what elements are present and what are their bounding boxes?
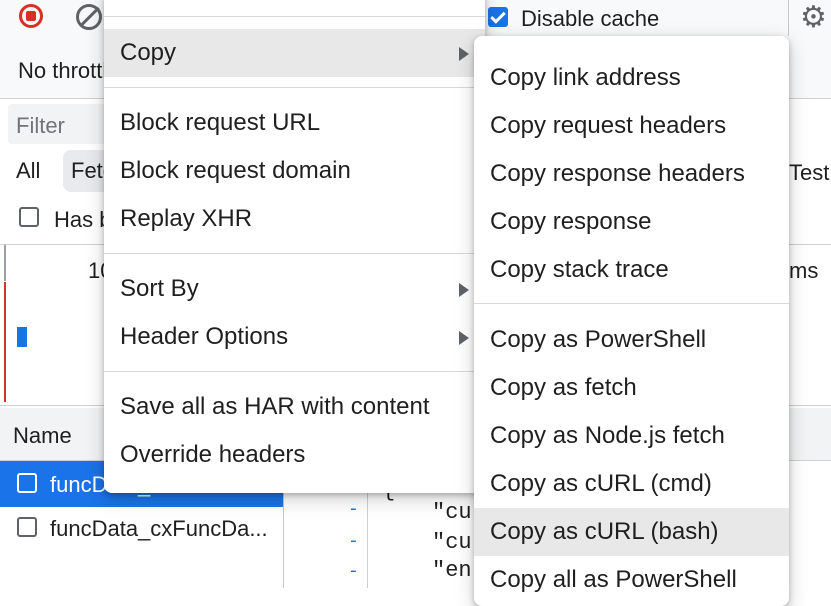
menu-item-header-options[interactable]: Header Options (104, 313, 485, 361)
menu-item-copy-stack-trace[interactable]: Copy stack trace (474, 246, 789, 294)
menu-item-label: Sort By (120, 275, 199, 302)
menu-item-copy-as-fetch[interactable]: Copy as fetch (474, 364, 789, 412)
menu-item-copy-response-headers[interactable]: Copy response headers (474, 150, 789, 198)
menu-item-copy[interactable]: Copy (104, 29, 485, 77)
menu-item-label: Header Options (120, 323, 289, 350)
type-filter-rest[interactable]: Test (789, 160, 829, 186)
menu-separator (104, 87, 485, 88)
response-line: "en (432, 558, 472, 583)
menu-item-sort-by[interactable]: Sort By (104, 265, 485, 313)
menu-item-label: Block request URL (120, 109, 321, 136)
submenu-arrow-icon (459, 283, 469, 297)
menu-item-copy-request-headers[interactable]: Copy request headers (474, 102, 789, 150)
gear-icon[interactable]: ⚙ (800, 0, 827, 36)
menu-item-label: Copy (120, 39, 177, 66)
menu-item-label: Save all as HAR with content (120, 393, 430, 420)
name-column-label: Name (13, 423, 72, 448)
menu-item-label: Copy as cURL (cmd) (490, 470, 712, 497)
gutter-dash: - (348, 562, 359, 582)
timeline-marker (4, 245, 6, 281)
request-row-checkbox[interactable] (17, 473, 37, 493)
disable-cache-checkbox[interactable] (488, 7, 508, 27)
toolbar-divider (788, 0, 789, 36)
menu-item-override-headers[interactable]: Override headers (104, 431, 485, 479)
menu-item-replay-xhr[interactable]: Replay XHR (104, 195, 485, 243)
menu-item-label: Copy link address (490, 64, 681, 91)
timeline-request-bar (17, 327, 27, 347)
menu-item-save-har[interactable]: Save all as HAR with content (104, 383, 485, 431)
response-line: "cu (432, 530, 472, 555)
menu-item-label: Block request domain (120, 157, 351, 184)
copy-submenu: Copy link address Copy request headers C… (474, 36, 789, 606)
type-filter-all[interactable]: All (16, 158, 40, 184)
gutter-dash: - (348, 500, 359, 520)
menu-separator (104, 253, 485, 254)
timeline-load-line (4, 282, 6, 402)
request-row-checkbox[interactable] (17, 517, 37, 537)
menu-item-label: Copy as fetch (490, 374, 637, 401)
has-blocked-cookies-checkbox[interactable] (19, 207, 39, 227)
menu-item-label: Override headers (120, 441, 306, 468)
menu-item-label: Copy as Node.js fetch (490, 422, 725, 449)
disable-cache-label: Disable cache (521, 6, 660, 31)
gutter-dash: - (348, 532, 359, 552)
context-menu: Copy Block request URL Block request dom… (104, 0, 485, 493)
menu-separator (104, 16, 485, 17)
menu-item-block-request-url[interactable]: Block request URL (104, 99, 485, 147)
menu-item-label: Copy all as PowerShell (490, 566, 737, 593)
menu-separator (474, 303, 789, 304)
menu-item-copy-all-as-powershell[interactable]: Copy all as PowerShell (474, 556, 789, 604)
menu-item-label: Replay XHR (120, 205, 253, 232)
menu-item-label: Copy stack trace (490, 256, 669, 283)
menu-item-label: Copy request headers (490, 112, 727, 139)
menu-item-copy-as-curl-cmd[interactable]: Copy as cURL (cmd) (474, 460, 789, 508)
submenu-arrow-icon (459, 331, 469, 345)
response-line: "cu (432, 500, 472, 525)
menu-item-copy-as-nodejs-fetch[interactable]: Copy as Node.js fetch (474, 412, 789, 460)
menu-item-copy-as-curl-bash[interactable]: Copy as cURL (bash) (474, 508, 789, 556)
menu-item-block-request-domain[interactable]: Block request domain (104, 147, 485, 195)
clear-icon[interactable] (76, 4, 102, 30)
menu-item-label: Copy response headers (490, 160, 745, 187)
record-icon[interactable] (19, 4, 43, 28)
filter-placeholder: Filter (16, 113, 65, 138)
menu-item-label: Copy as cURL (bash) (490, 518, 719, 545)
menu-item-copy-response[interactable]: Copy response (474, 198, 789, 246)
request-row-name[interactable]: funcData_cxFuncDa... (50, 516, 268, 542)
menu-item-label: Copy as PowerShell (490, 326, 707, 353)
menu-item-copy-link-address[interactable]: Copy link address (474, 54, 789, 102)
menu-separator (104, 371, 485, 372)
submenu-arrow-icon (459, 47, 469, 61)
menu-item-copy-as-powershell[interactable]: Copy as PowerShell (474, 316, 789, 364)
timeline-ms-label: ms (789, 258, 819, 283)
menu-item-label: Copy response (490, 208, 652, 235)
